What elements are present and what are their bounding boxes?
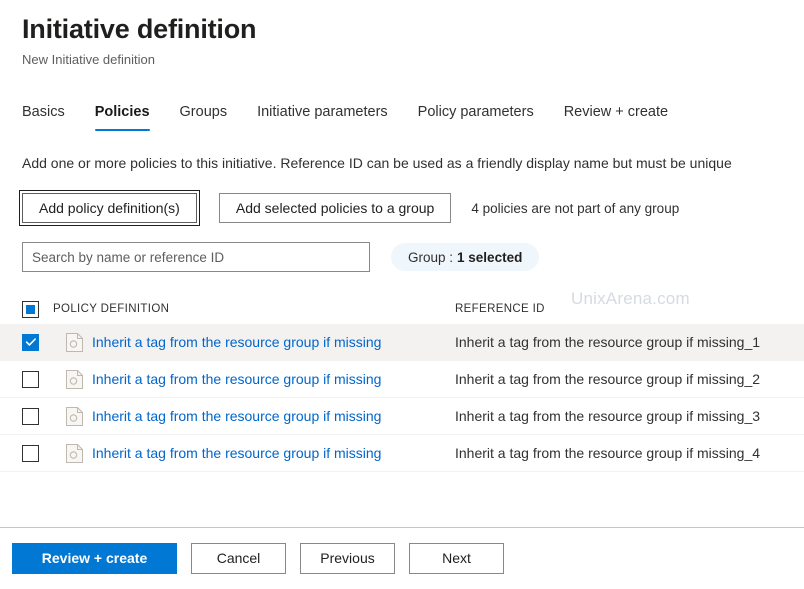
initiative-definition-page: Initiative definition New Initiative def…	[0, 0, 804, 589]
policy-definition-link[interactable]: Inherit a tag from the resource group if…	[92, 443, 381, 463]
previous-button[interactable]: Previous	[300, 543, 395, 574]
row-checkbox[interactable]	[22, 444, 39, 462]
ungrouped-policies-note: 4 policies are not part of any group	[471, 200, 680, 216]
tab-basics[interactable]: Basics	[22, 102, 65, 131]
row-checkbox[interactable]	[22, 333, 39, 351]
tab-policy-parameters[interactable]: Policy parameters	[418, 102, 534, 131]
section-description: Add one or more policies to this initiat…	[22, 155, 732, 171]
tab-groups[interactable]: Groups	[180, 102, 228, 131]
page-subtitle: New Initiative definition	[22, 52, 155, 67]
select-all-checkbox[interactable]	[22, 300, 39, 318]
reference-id-cell: Inherit a tag from the resource group if…	[455, 445, 761, 461]
select-all-cell	[22, 300, 53, 318]
add-policy-definitions-button[interactable]: Add policy definition(s)	[19, 190, 200, 226]
group-filter-pill[interactable]: Group : 1 selected	[391, 243, 540, 271]
policy-definition-link[interactable]: Inherit a tag from the resource group if…	[92, 406, 381, 426]
row-select-cell	[22, 444, 53, 462]
policy-document-icon	[66, 406, 83, 426]
group-filter-label: Group :	[408, 249, 454, 265]
review-create-button[interactable]: Review + create	[12, 543, 177, 574]
wizard-tabs: Basics Policies Groups Initiative parame…	[0, 99, 804, 131]
policy-definition-link[interactable]: Inherit a tag from the resource group if…	[92, 332, 381, 352]
wizard-footer: Review + create Cancel Previous Next	[0, 528, 804, 589]
row-select-cell	[22, 333, 53, 351]
row-select-cell	[22, 370, 53, 388]
row-checkbox[interactable]	[22, 407, 39, 425]
reference-id-cell: Inherit a tag from the resource group if…	[455, 371, 761, 387]
row-checkbox[interactable]	[22, 370, 39, 388]
table-row[interactable]: Inherit a tag from the resource group if…	[0, 398, 804, 435]
command-bar: Add policy definition(s) Add selected po…	[19, 190, 804, 226]
policy-definition-cell: Inherit a tag from the resource group if…	[53, 406, 455, 426]
row-select-cell	[22, 407, 53, 425]
policy-document-icon	[66, 332, 83, 352]
page-title: Initiative definition	[22, 14, 257, 44]
column-header-reference-id[interactable]: REFERENCE ID	[455, 303, 804, 315]
policy-definition-cell: Inherit a tag from the resource group if…	[53, 332, 455, 352]
policy-definition-link[interactable]: Inherit a tag from the resource group if…	[92, 369, 381, 389]
group-filter-value: 1 selected	[457, 249, 523, 265]
add-selected-policies-to-group-button[interactable]: Add selected policies to a group	[218, 193, 452, 223]
filter-bar: Group : 1 selected	[22, 242, 804, 272]
policy-document-icon	[66, 443, 83, 463]
column-header-policy-definition[interactable]: POLICY DEFINITION	[53, 303, 455, 315]
table-row[interactable]: Inherit a tag from the resource group if…	[0, 361, 804, 398]
policy-document-icon	[66, 369, 83, 389]
cancel-button[interactable]: Cancel	[191, 543, 286, 574]
policy-definition-cell: Inherit a tag from the resource group if…	[53, 443, 455, 463]
reference-id-cell: Inherit a tag from the resource group if…	[455, 334, 761, 350]
tab-review-create[interactable]: Review + create	[564, 102, 668, 131]
tab-initiative-parameters[interactable]: Initiative parameters	[257, 102, 388, 131]
table-row[interactable]: Inherit a tag from the resource group if…	[0, 435, 804, 472]
reference-id-cell: Inherit a tag from the resource group if…	[455, 408, 761, 424]
search-input[interactable]	[22, 242, 370, 272]
tab-policies[interactable]: Policies	[94, 102, 150, 131]
page-header: Initiative definition New Initiative def…	[0, 0, 804, 69]
policy-definitions-table: POLICY DEFINITION REFERENCE ID Inherit a…	[0, 294, 804, 472]
next-button[interactable]: Next	[409, 543, 504, 574]
table-row[interactable]: Inherit a tag from the resource group if…	[0, 324, 804, 361]
table-header-row: POLICY DEFINITION REFERENCE ID	[0, 294, 804, 324]
policy-definition-cell: Inherit a tag from the resource group if…	[53, 369, 455, 389]
